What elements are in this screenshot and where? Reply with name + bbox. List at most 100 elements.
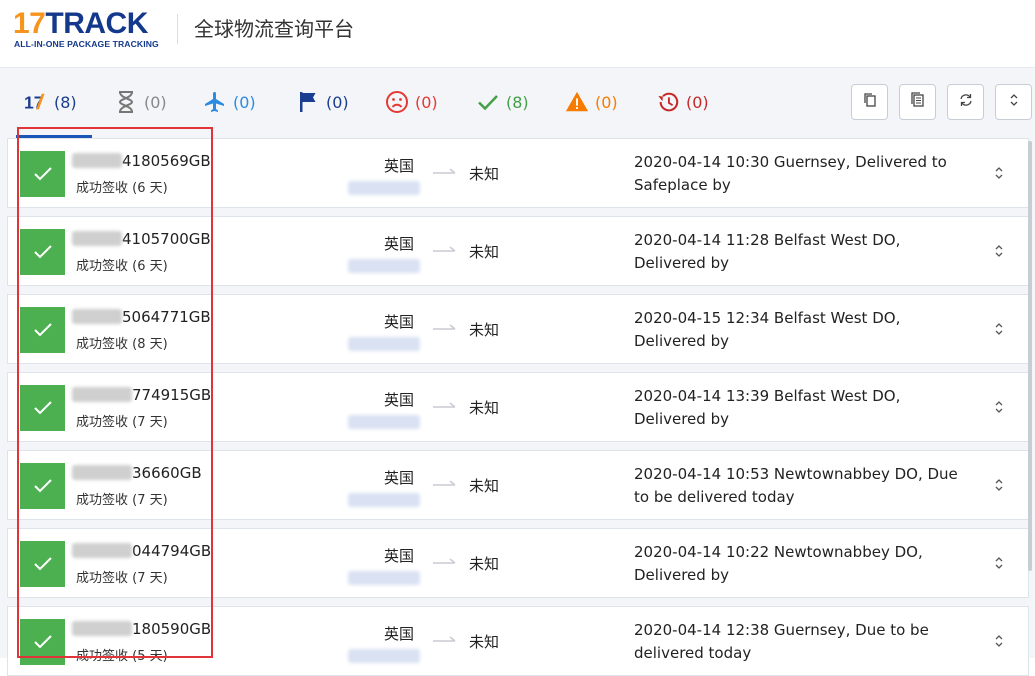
expand-all-icon [1008,92,1020,112]
copy-all-button[interactable] [899,84,936,120]
shipment-row[interactable]: 180590GB 成功签收 (5 天) 英国 未知 2020-04-14 12:… [7,606,1029,676]
destination-country: 未知 [469,633,500,651]
origin-country: 英国 [384,625,415,643]
tracking-number: 044794GB [72,542,211,560]
tab-count: (0) [233,92,256,112]
redacted-carrier [348,415,420,429]
tab-pickup[interactable]: (0) [296,88,349,116]
copy-list-icon [910,92,926,112]
airplane-icon [203,90,227,114]
delivered-badge [20,307,65,353]
checkmark-icon [33,245,52,259]
expand-all-button[interactable] [995,84,1032,120]
tab-expired[interactable]: (0) [656,88,709,116]
delivered-badge [20,229,65,275]
shipment-row[interactable]: 4105700GB 成功签收 (6 天) 英国 未知 2020-04-14 11… [7,216,1029,286]
tab-delivered[interactable]: (8) [476,88,529,116]
tracking-suffix: 4180569GB [122,152,211,170]
tracking-suffix: 044794GB [132,542,212,560]
shipment-row[interactable]: 4180569GB 成功签收 (6 天) 英国 未知 2020-04-14 10… [7,138,1029,208]
redacted-text [72,153,122,168]
copy-button[interactable] [851,84,888,120]
checkmark-icon [476,90,500,114]
expand-row-icon[interactable] [993,165,1005,181]
page-title: 全球物流查询平台 [194,17,354,41]
hourglass-icon [114,90,138,114]
redacted-carrier [348,493,420,507]
17track-logo[interactable]: 17TRACK ALL-IN-ONE PACKAGE TRACKING [13,8,163,52]
origin-country: 英国 [384,547,415,565]
latest-event: 2020-04-14 13:39 Belfast West DO, Delive… [634,387,901,428]
expand-row-icon[interactable] [993,555,1005,571]
latest-event: 2020-04-14 10:30 Guernsey, Delivered to … [634,153,947,194]
tracking-number: 4180569GB [72,152,211,170]
origin-country: 英国 [384,391,415,409]
refresh-button[interactable] [947,84,984,120]
checkmark-icon [33,557,52,571]
latest-event: 2020-04-14 12:38 Guernsey, Due to be del… [634,621,929,662]
expand-row-icon[interactable] [993,321,1005,337]
redacted-text [72,387,132,402]
tracking-number: 774915GB [72,386,211,404]
expand-row-icon[interactable] [993,633,1005,649]
tracking-number: 36660GB [72,464,202,482]
tab-in-transit[interactable]: (0) [203,88,256,116]
flag-icon [296,90,320,114]
tab-count: (8) [54,92,77,112]
checkmark-icon [33,401,52,415]
latest-event: 2020-04-14 11:28 Belfast West DO, Delive… [634,231,901,272]
redacted-text [72,309,122,324]
tracking-number: 4105700GB [72,230,211,248]
logo-text: TRACK [45,7,148,40]
delivered-badge [20,541,65,587]
delivery-status: 成功签收 (8 天) [76,337,168,352]
warning-icon [565,90,589,114]
tab-count: (0) [595,92,618,112]
destination-country: 未知 [469,477,500,495]
arrow-right-icon [433,168,456,174]
shipment-list: 4180569GB 成功签收 (6 天) 英国 未知 2020-04-14 10… [0,138,1035,676]
redacted-text [72,231,122,246]
delivery-status: 成功签收 (7 天) [76,415,168,430]
shipment-row[interactable]: 36660GB 成功签收 (7 天) 英国 未知 2020-04-14 10:5… [7,450,1029,520]
17track-logo-icon: 17 [24,90,48,114]
redacted-carrier [348,259,420,273]
delivered-badge [20,463,65,509]
checkmark-icon [33,635,52,649]
shipment-row[interactable]: 044794GB 成功签收 (7 天) 英国 未知 2020-04-14 10:… [7,528,1029,598]
status-filter-bar: 17 (8) (0) (0) (0) (0) (8) (0) (0) [0,68,1035,138]
tracking-suffix: 36660GB [132,464,202,482]
origin-country: 英国 [384,157,415,175]
expand-row-icon[interactable] [993,399,1005,415]
checkmark-icon [33,323,52,337]
delivered-badge [20,619,65,665]
redacted-carrier [348,337,420,351]
shipment-row[interactable]: 774915GB 成功签收 (7 天) 英国 未知 2020-04-14 13:… [7,372,1029,442]
tab-count: (0) [686,92,709,112]
latest-event: 2020-04-14 10:53 Newtownabbey DO, Due to… [634,465,958,506]
expand-row-icon[interactable] [993,477,1005,493]
arrow-right-icon [433,246,456,252]
latest-event: 2020-04-14 10:22 Newtownabbey DO, Delive… [634,543,923,584]
logo-number: 17 [13,7,46,40]
tab-all[interactable]: 17 (8) [24,88,77,116]
tab-count: (0) [415,92,438,112]
tracking-suffix: 774915GB [132,386,212,404]
tracking-number: 5064771GB [72,308,211,326]
app-header: 17TRACK ALL-IN-ONE PACKAGE TRACKING 全球物流… [0,0,1035,68]
destination-country: 未知 [469,321,500,339]
expand-row-icon[interactable] [993,243,1005,259]
tab-pending[interactable]: (0) [114,88,167,116]
arrow-right-icon [433,402,456,408]
tab-count: (0) [326,92,349,112]
delivery-status: 成功签收 (7 天) [76,571,168,586]
scrollbar[interactable] [1028,141,1032,571]
shipment-row[interactable]: 5064771GB 成功签收 (8 天) 英国 未知 2020-04-15 12… [7,294,1029,364]
tracking-suffix: 180590GB [132,620,212,638]
arrow-right-icon [433,636,456,642]
tab-alert[interactable]: (0) [565,88,618,116]
copy-icon [862,92,878,112]
origin-country: 英国 [384,469,415,487]
delivery-status: 成功签收 (6 天) [76,259,168,274]
tab-undelivered[interactable]: (0) [385,88,438,116]
